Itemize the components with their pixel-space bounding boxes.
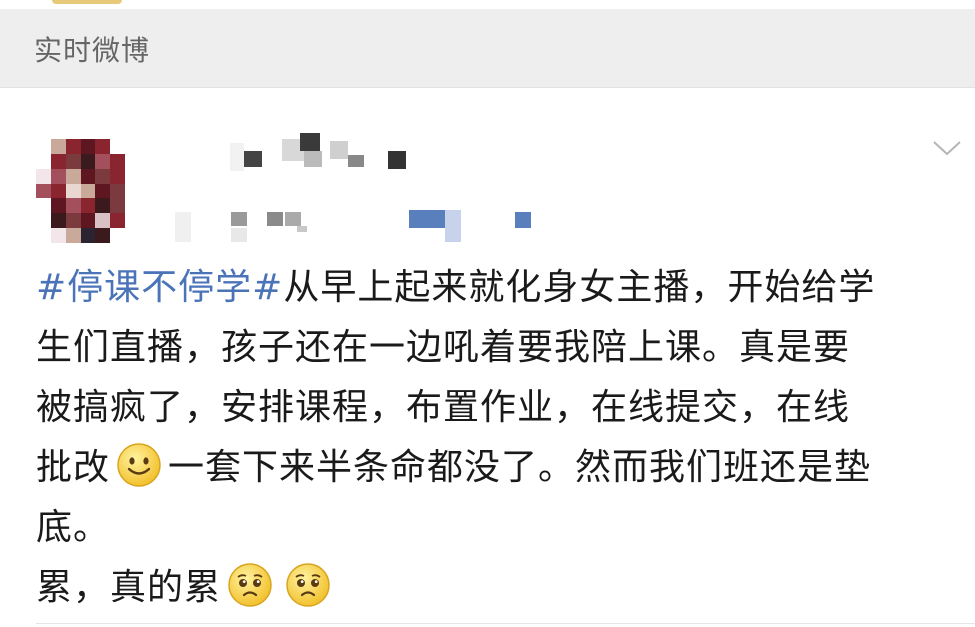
- avatar-pixel: [65, 153, 81, 169]
- avatar-pixel: [65, 213, 81, 229]
- avatar-pixel: [80, 198, 96, 214]
- avatar-pixel: [125, 139, 140, 154]
- avatar-pixel: [125, 183, 140, 199]
- post-line: 累，真的累: [36, 558, 956, 618]
- sad-emoji-icon: [227, 562, 273, 608]
- post-line: 被搞疯了，安排课程，布置作业，在线提交，在线: [36, 387, 851, 428]
- avatar-pixel: [110, 168, 126, 184]
- avatar-pixel: [95, 198, 111, 214]
- chevron-down-icon[interactable]: [933, 134, 961, 162]
- sad-emoji-icon: [285, 562, 331, 608]
- post-line: 底。: [36, 507, 111, 548]
- avatar-pixel: [125, 213, 140, 229]
- post-text-segment: 累，真的累: [36, 567, 222, 608]
- avatar-pixel: [110, 139, 126, 154]
- avatar-pixel: [36, 228, 51, 243]
- avatar-pixel: [36, 198, 51, 214]
- tab-indicator: [52, 0, 122, 4]
- post-line: 批改 一套下来半条命都没了。然而我们班还是垫: [36, 438, 956, 498]
- avatar-pixel: [95, 228, 111, 243]
- avatar-pixel: [110, 183, 126, 199]
- top-strip: [0, 0, 975, 9]
- avatar-pixel: [95, 139, 111, 154]
- avatar-pixel: [50, 213, 66, 229]
- section-header: 实时微博: [0, 9, 975, 88]
- avatar-pixel: [80, 168, 96, 184]
- avatar-pixel: [65, 183, 81, 199]
- avatar-pixel: [80, 139, 96, 154]
- avatar-pixel: [50, 139, 66, 154]
- post-card: #停课不停学#从早上起来就化身女主播，开始给学 生们直播，孩子还在一边吼着要我陪…: [0, 88, 975, 627]
- avatar-pixel: [125, 228, 140, 243]
- section-title: 实时微博: [34, 34, 151, 67]
- avatar-pixel: [65, 168, 81, 184]
- divider: [36, 623, 975, 624]
- post-content: #停课不停学#从早上起来就化身女主播，开始给学 生们直播，孩子还在一边吼着要我陪…: [36, 258, 956, 618]
- avatar-pixel: [36, 168, 51, 184]
- post-text-segment: 从早上起来就化身女主播，开始给学: [283, 267, 876, 308]
- avatar-pixel: [95, 168, 111, 184]
- post-text-segment: 一套下来半条命都没了。然而我们班还是垫: [168, 447, 872, 488]
- avatar-pixel: [95, 213, 111, 229]
- avatar-pixel: [65, 198, 81, 214]
- avatar-pixel: [80, 228, 96, 243]
- avatar-pixel: [36, 153, 51, 169]
- post-line: 生们直播，孩子还在一边吼着要我陪上课。真是要: [36, 327, 851, 368]
- avatar[interactable]: [36, 139, 140, 243]
- avatar-pixel: [125, 198, 140, 214]
- avatar-pixel: [65, 228, 81, 243]
- meta-pixelated: [175, 206, 555, 246]
- post-line: #停课不停学#从早上起来就化身女主播，开始给学: [36, 258, 956, 318]
- avatar-pixel: [50, 153, 66, 169]
- avatar-pixel: [80, 153, 96, 169]
- username-pixelated[interactable]: [230, 133, 430, 177]
- hashtag-link[interactable]: #停课不停学#: [36, 267, 283, 308]
- avatar-pixel: [50, 228, 66, 243]
- avatar-pixel: [110, 153, 126, 169]
- avatar-pixel: [80, 183, 96, 199]
- smile-emoji-icon: [116, 442, 162, 488]
- avatar-pixel: [36, 139, 51, 154]
- avatar-pixel: [125, 168, 140, 184]
- avatar-pixel: [50, 183, 66, 199]
- avatar-pixel: [110, 228, 126, 243]
- avatar-pixel: [36, 213, 51, 229]
- avatar-pixel: [80, 213, 96, 229]
- avatar-pixel: [65, 139, 81, 154]
- avatar-pixel: [110, 213, 126, 229]
- post-text-segment: 批改: [36, 447, 111, 488]
- avatar-pixel: [36, 183, 51, 199]
- avatar-pixel: [95, 183, 111, 199]
- avatar-pixel: [110, 198, 126, 214]
- avatar-pixel: [125, 153, 140, 169]
- avatar-pixel: [50, 168, 66, 184]
- avatar-pixel: [95, 153, 111, 169]
- avatar-pixel: [50, 198, 66, 214]
